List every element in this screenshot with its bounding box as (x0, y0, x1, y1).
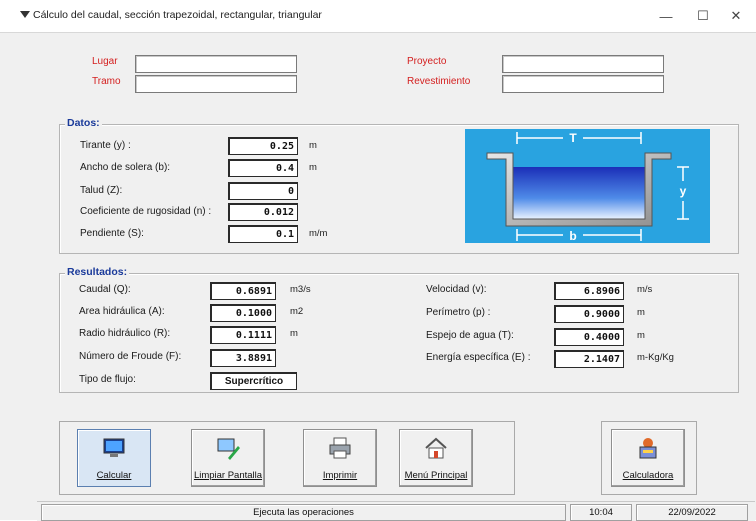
tirante-input[interactable]: 0.25 (228, 137, 298, 155)
pendiente-input[interactable]: 0.1 (228, 225, 298, 243)
clear-screen-icon (217, 438, 240, 460)
area-unit: m2 (290, 306, 304, 317)
velocidad-output: 6.8906 (554, 282, 624, 300)
espejo-label: Espejo de agua (T): (426, 330, 514, 341)
calculadora-label: Calculadora (622, 470, 674, 481)
limpiar-label: Limpiar Pantalla (193, 470, 263, 481)
ancho-unit: m (309, 162, 317, 173)
datos-title: Datos: (65, 117, 102, 129)
froude-label: Número de Froude (F): (79, 351, 182, 362)
energia-output: 2.1407 (554, 350, 624, 368)
espejo-unit: m (637, 330, 645, 341)
flow-type-label: Tipo de flujo: (79, 374, 136, 385)
flow-type-output: Supercrítico (210, 372, 297, 390)
froude-output: 3.8891 (210, 349, 276, 367)
title-bar: Cálculo del caudal, sección trapezoidal,… (0, 0, 756, 33)
close-button[interactable]: ✕ (718, 4, 754, 28)
caudal-label: Caudal (Q): (79, 284, 131, 295)
energia-unit: m-Kg/Kg (637, 352, 674, 363)
status-time: 10:04 (570, 504, 632, 521)
status-bar: Ejecuta las operaciones 10:04 22/09/2022 (37, 501, 755, 521)
tirante-label: Tirante (y) : (80, 140, 131, 151)
revestimiento-field[interactable] (502, 75, 664, 93)
perimetro-unit: m (637, 307, 645, 318)
lugar-field[interactable] (135, 55, 297, 73)
diagram-depth-label: y (680, 184, 687, 198)
rugosidad-label: Coeficiente de rugosidad (n) : (80, 206, 212, 217)
ancho-input[interactable]: 0.4 (228, 159, 298, 177)
caudal-unit: m3/s (290, 284, 311, 295)
area-output: 0.1000 (210, 304, 276, 322)
lugar-label: Lugar (92, 56, 118, 67)
window-title: Cálculo del caudal, sección trapezoidal,… (33, 9, 322, 21)
talud-label: Talud (Z): (80, 185, 123, 196)
status-message: Ejecuta las operaciones (41, 504, 566, 521)
home-icon (425, 437, 447, 459)
calcular-button[interactable]: Calcular (77, 429, 151, 487)
window-menu-icon[interactable] (20, 11, 30, 18)
minimize-button[interactable]: — (648, 4, 684, 28)
velocidad-label: Velocidad (v): (426, 284, 487, 295)
espejo-output: 0.4000 (554, 328, 624, 346)
diagram-water (512, 167, 646, 219)
pendiente-label: Pendiente (S): (80, 228, 144, 239)
ancho-label: Ancho de solera (b): (80, 162, 171, 173)
energia-label: Energía específica (E) : (426, 352, 531, 363)
rugosidad-input[interactable]: 0.012 (228, 203, 298, 221)
proyecto-label: Proyecto (407, 56, 447, 67)
perimetro-output: 0.9000 (554, 305, 624, 323)
form-client-area: Lugar Tramo Proyecto Revestimiento Datos… (37, 33, 755, 501)
channel-section-diagram: T y b (465, 129, 710, 243)
caudal-output: 0.6891 (210, 282, 276, 300)
calcular-label: Calcular (96, 470, 132, 481)
menu-principal-button[interactable]: Menú Principal (399, 429, 473, 487)
menu-principal-label: Menú Principal (404, 470, 468, 481)
diagram-bottom-label: b (569, 229, 576, 243)
pendiente-unit: m/m (309, 228, 328, 239)
limpiar-pantalla-button[interactable]: Limpiar Pantalla (191, 429, 265, 487)
computer-icon (103, 438, 125, 457)
calculadora-button[interactable]: Calculadora (611, 429, 685, 487)
app-window: Cálculo del caudal, sección trapezoidal,… (0, 0, 756, 521)
velocidad-unit: m/s (637, 284, 653, 295)
imprimir-button[interactable]: Imprimir (303, 429, 377, 487)
proyecto-field[interactable] (502, 55, 664, 73)
imprimir-label: Imprimir (322, 470, 358, 481)
perimetro-label: Perímetro (p) : (426, 307, 491, 318)
printer-icon (329, 437, 351, 459)
resultados-title: Resultados: (65, 266, 130, 278)
radio-unit: m (290, 328, 298, 339)
revestimiento-label: Revestimiento (407, 76, 471, 87)
calculator-icon (639, 438, 657, 459)
status-date: 22/09/2022 (636, 504, 748, 521)
tramo-field[interactable] (135, 75, 297, 93)
talud-input[interactable]: 0 (228, 182, 298, 200)
tirante-unit: m (309, 140, 317, 151)
radio-label: Radio hidráulico (R): (79, 328, 171, 339)
maximize-button[interactable]: ☐ (685, 4, 721, 28)
radio-output: 0.1111 (210, 326, 276, 344)
area-label: Area hidráulica (A): (79, 306, 165, 317)
tramo-label: Tramo (92, 76, 121, 87)
diagram-top-label: T (569, 131, 577, 145)
